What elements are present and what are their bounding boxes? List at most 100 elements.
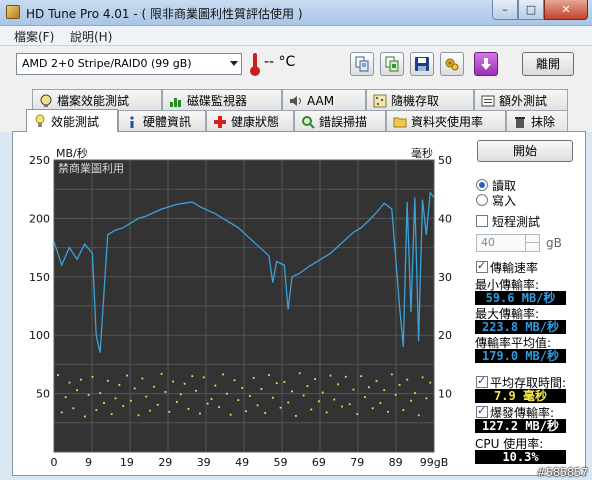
access-time-point <box>222 373 224 376</box>
y-left-tick-label: 250 <box>29 154 50 167</box>
access-time-point <box>110 413 113 416</box>
short-test-label: 短程測試 <box>492 215 541 229</box>
access-time-point <box>202 376 205 379</box>
access-time-point <box>76 389 79 392</box>
access-time-point <box>402 409 405 411</box>
access-time-point <box>337 383 340 386</box>
x-tick-label: 69 <box>312 456 326 469</box>
access-time-point <box>260 388 263 390</box>
access-time-point <box>417 414 420 417</box>
access-time-point <box>314 378 317 380</box>
access-time-point <box>149 409 151 412</box>
burst-rate-value: 127.2 MB/秒 <box>475 419 566 433</box>
y-left-tick-label: 200 <box>29 212 50 225</box>
access-time-point <box>333 398 336 401</box>
access-time-point <box>141 377 144 380</box>
access-time-point <box>264 412 267 414</box>
y-right-tick-label: 20 <box>438 329 452 342</box>
access-time-point <box>256 404 259 407</box>
access-time-point <box>91 375 94 378</box>
access-time-point <box>291 390 293 393</box>
access-time-point <box>241 386 244 389</box>
spin-down-icon[interactable] <box>525 243 539 251</box>
access-time-point <box>225 392 228 395</box>
access-time-point <box>129 399 132 402</box>
access-time-point <box>318 400 320 403</box>
access-time-point <box>252 377 255 379</box>
x-axis: 0 9 19 29 39 49 59 69 79 89 99gB <box>51 456 449 469</box>
y-left-tick-label: 100 <box>29 329 50 342</box>
access-time-point <box>271 396 274 399</box>
access-time-point <box>410 399 412 402</box>
access-time-point <box>341 405 343 408</box>
tab-benchmark[interactable]: 效能測試 <box>26 109 118 132</box>
short-test-checkbox[interactable] <box>476 215 488 227</box>
x-tick-label: 29 <box>158 456 172 469</box>
access-time-point <box>164 391 167 393</box>
spin-up-icon[interactable] <box>525 235 539 243</box>
access-time-point <box>183 382 186 385</box>
access-time-point <box>233 379 236 382</box>
access-time-point <box>275 382 278 385</box>
access-time-point <box>176 400 178 403</box>
access-time-checkbox[interactable] <box>476 374 488 388</box>
x-tick-label: 99gB <box>420 456 449 469</box>
access-time-point <box>383 389 386 392</box>
access-time-point <box>199 412 201 415</box>
access-time-point <box>421 376 424 379</box>
access-time-point <box>237 399 240 402</box>
access-time-point <box>245 410 247 413</box>
access-time-point <box>160 372 163 375</box>
x-tick-label: 39 <box>197 456 211 469</box>
access-time-point <box>152 385 155 388</box>
access-time-point <box>187 407 190 410</box>
access-time-point <box>287 401 290 404</box>
y-left-tick-label: 50 <box>36 388 50 401</box>
y-right-tick-label: 50 <box>438 154 452 167</box>
access-time-point <box>137 414 140 417</box>
access-time-point <box>172 380 174 383</box>
access-time-point <box>133 387 136 390</box>
x-tick-label: 59 <box>273 456 287 469</box>
min-rate-value: 59.6 MB/秒 <box>475 291 566 305</box>
access-time-point <box>68 381 71 384</box>
access-time-point <box>394 393 397 396</box>
access-time-point <box>279 406 282 409</box>
short-test-unit: gB <box>546 236 562 250</box>
access-time-point <box>375 379 378 382</box>
transfer-rate-checkbox[interactable] <box>476 259 488 273</box>
access-time-point <box>302 394 305 397</box>
access-time-point <box>387 410 389 413</box>
max-rate-value: 223.8 MB/秒 <box>475 320 566 334</box>
access-time-point <box>414 392 416 395</box>
start-button[interactable]: 開始 <box>477 140 573 162</box>
access-time-point <box>310 408 313 411</box>
access-time-point <box>329 374 332 377</box>
access-time-point <box>406 378 409 381</box>
access-time-point <box>195 389 198 392</box>
lightbulb-icon <box>35 114 45 127</box>
access-time-point <box>306 385 309 388</box>
access-time-point <box>352 388 355 391</box>
left-axis-unit: MB/秒 <box>56 146 88 160</box>
access-time-point <box>80 378 82 381</box>
access-time-point <box>122 405 125 407</box>
access-time-point <box>398 384 401 386</box>
access-time-value: 7.9 毫秒 <box>475 389 566 403</box>
access-time-point <box>57 374 59 376</box>
access-time-point <box>325 411 328 414</box>
access-time-point <box>191 375 194 378</box>
y-left-tick-label: 150 <box>29 271 50 284</box>
access-time-point <box>87 393 90 396</box>
chart-watermark: 禁商業圖利用 <box>58 161 124 175</box>
transfer-rate-label: 傳輸速率 <box>490 261 539 275</box>
burst-rate-checkbox[interactable] <box>476 404 488 418</box>
access-time-point <box>156 403 159 406</box>
avg-rate-value: 179.0 MB/秒 <box>475 349 566 363</box>
y-right-tick-label: 30 <box>438 271 452 284</box>
write-radio[interactable] <box>476 194 488 206</box>
access-time-point <box>114 397 117 400</box>
read-radio[interactable] <box>476 179 488 191</box>
y-axis-left: 250 200 150 100 50 <box>29 154 50 401</box>
short-test-size-input[interactable]: 40 <box>476 234 540 252</box>
